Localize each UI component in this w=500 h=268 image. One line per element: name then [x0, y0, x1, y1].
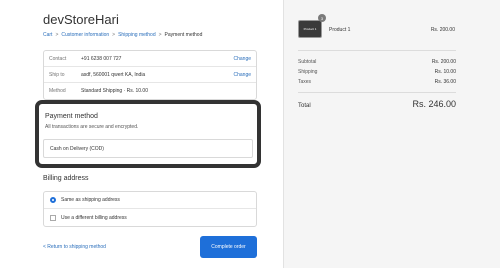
taxes-value: Rs. 36.00: [434, 79, 456, 85]
billing-option-label: Same as shipping address: [61, 197, 120, 203]
breadcrumb-separator: >: [55, 32, 59, 38]
subtotal-value: Rs. 200.00: [431, 59, 456, 65]
billing-title: Billing address: [43, 175, 89, 182]
breadcrumb-separator: >: [112, 32, 116, 38]
review-label: Method: [49, 88, 66, 94]
review-box: Contact +91 6238 007 727 Change Ship to …: [43, 50, 257, 100]
summary-divider: [298, 92, 456, 93]
change-address-link[interactable]: Change: [233, 72, 251, 78]
return-label: < Return to shipping method: [43, 244, 106, 250]
payment-method-section: Payment method All transactions are secu…: [35, 100, 261, 168]
review-row-method: Method Standard Shipping · Rs. 10.00: [44, 83, 256, 99]
subtotal-label: Subtotal: [298, 59, 317, 65]
taxes-label: Taxes: [298, 79, 312, 85]
breadcrumb-customer-information[interactable]: Customer information: [61, 32, 109, 38]
change-contact-link[interactable]: Change: [233, 56, 251, 62]
summary-divider: [298, 50, 456, 51]
radio-checked-icon[interactable]: [50, 197, 56, 203]
review-row-contact: Contact +91 6238 007 727 Change: [44, 51, 256, 67]
payment-option-cod[interactable]: Cash on Delivery (COD): [43, 139, 253, 158]
checkbox-icon[interactable]: [50, 214, 56, 221]
payment-title: Payment method: [45, 113, 98, 120]
billing-options: Same as shipping address Use a different…: [43, 191, 257, 227]
store-title: devStoreHari: [43, 12, 119, 27]
breadcrumb-cart[interactable]: Cart: [43, 32, 52, 38]
total-row: Total Rs. 246.00: [298, 99, 456, 109]
payment-subtitle: All transactions are secure and encrypte…: [45, 124, 139, 130]
review-value: Standard Shipping · Rs. 10.00: [81, 88, 148, 94]
breadcrumb-payment-method: Payment method: [164, 32, 203, 38]
quantity-badge: 3: [318, 14, 326, 22]
taxes-row: Taxes Rs. 36.00: [298, 79, 456, 85]
billing-option-same[interactable]: Same as shipping address: [44, 192, 256, 209]
review-label: Ship to: [49, 71, 65, 78]
review-row-ship-to: Ship to asdf, 560001 qwert KA, India Cha…: [44, 67, 256, 83]
product-price: Rs. 200.00: [430, 27, 455, 33]
return-to-shipping-link[interactable]: < Return to shipping method: [43, 244, 106, 250]
review-value: asdf, 560001 qwert KA, India: [81, 71, 146, 78]
product-thumbnail: Product 1: [298, 20, 322, 38]
total-label: Total: [298, 103, 311, 109]
review-label: Contact: [49, 55, 67, 62]
product-name: Product 1: [329, 27, 351, 33]
shipping-label: Shipping: [298, 69, 318, 75]
billing-option-label: Use a different billing address: [61, 214, 127, 221]
breadcrumb-separator: >: [158, 32, 162, 38]
breadcrumb: Cart > Customer information > Shipping m…: [43, 32, 202, 38]
shipping-row: Shipping Rs. 10.00: [298, 69, 456, 75]
total-value: Rs. 246.00: [412, 99, 456, 109]
billing-option-different[interactable]: Use a different billing address: [44, 209, 256, 226]
breadcrumb-shipping-method[interactable]: Shipping method: [118, 32, 156, 38]
complete-order-button[interactable]: Complete order: [200, 236, 257, 258]
order-summary-panel: [283, 0, 500, 268]
subtotal-row: Subtotal Rs. 200.00: [298, 59, 456, 65]
shipping-value: Rs. 10.00: [434, 69, 456, 75]
review-value: +91 6238 007 727: [81, 55, 122, 62]
